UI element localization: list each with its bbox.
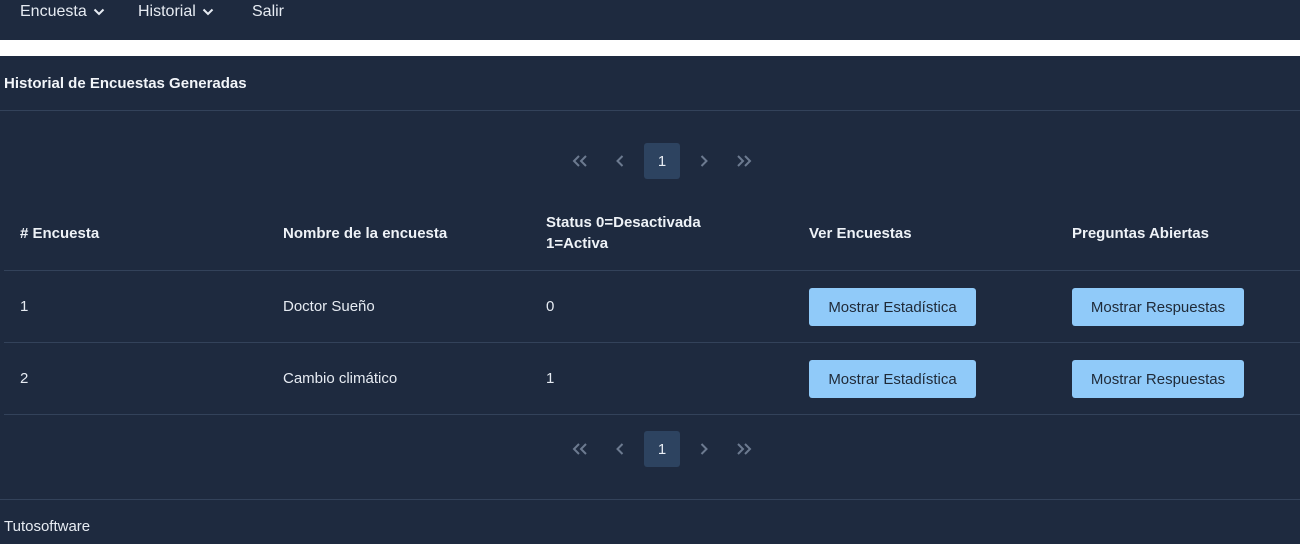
- pagination-first[interactable]: [568, 143, 592, 179]
- cell-name: Doctor Sueño: [283, 298, 375, 315]
- nav-historial-label: Historial: [138, 3, 196, 20]
- pagination-last[interactable]: [732, 431, 756, 467]
- row-divider: [4, 414, 1300, 415]
- top-navbar: Encuesta Historial Salir: [0, 0, 1300, 40]
- chevron-left-icon: [616, 155, 624, 167]
- show-answers-button[interactable]: Mostrar Respuestas: [1072, 360, 1244, 398]
- column-header-open-questions: Preguntas Abiertas: [1072, 225, 1209, 242]
- double-chevron-left-icon: [572, 155, 587, 167]
- cell-id: 2: [20, 370, 29, 387]
- column-header-status-line1: Status 0=Desactivada: [546, 214, 701, 231]
- column-header-name: Nombre de la encuesta: [283, 225, 448, 242]
- chevron-down-icon: [202, 8, 214, 16]
- nav-encuesta[interactable]: Encuesta: [20, 0, 105, 24]
- show-answers-button[interactable]: Mostrar Respuestas: [1072, 288, 1244, 326]
- show-statistics-button[interactable]: Mostrar Estadística: [809, 288, 976, 326]
- double-chevron-right-icon: [737, 155, 752, 167]
- nav-salir[interactable]: Salir: [252, 0, 284, 24]
- nav-historial[interactable]: Historial: [138, 0, 214, 24]
- table-header-divider: [4, 270, 1300, 271]
- pagination-first[interactable]: [568, 431, 592, 467]
- cell-id: 1: [20, 298, 29, 315]
- chevron-left-icon: [616, 443, 624, 455]
- column-header-id: # Encuesta: [20, 225, 100, 242]
- pagination-bottom: 1: [560, 431, 760, 469]
- chevron-right-icon: [700, 443, 708, 455]
- chevron-down-icon: [93, 8, 104, 16]
- double-chevron-left-icon: [572, 443, 587, 455]
- footer-brand: Tutosoftware: [4, 518, 91, 535]
- column-header-status-line2: 1=Activa: [546, 235, 609, 252]
- header-divider-band: [0, 40, 1300, 56]
- chevron-right-icon: [700, 155, 708, 167]
- pagination-page-number: 1: [657, 152, 667, 170]
- pagination-next[interactable]: [694, 143, 714, 179]
- pagination-last[interactable]: [732, 143, 756, 179]
- nav-salir-label: Salir: [252, 3, 285, 20]
- pagination-next[interactable]: [694, 431, 714, 467]
- footer-divider: [0, 499, 1300, 500]
- column-header-view: Ver Encuestas: [809, 225, 912, 242]
- page-title: Historial de Encuestas Generadas: [4, 75, 247, 92]
- cell-status: 1: [546, 370, 555, 387]
- card-header-divider: [0, 110, 1300, 111]
- pagination-page-current[interactable]: 1: [644, 143, 680, 179]
- row-divider: [4, 342, 1300, 343]
- cell-name: Cambio climático: [283, 370, 398, 387]
- show-statistics-button[interactable]: Mostrar Estadística: [809, 360, 976, 398]
- pagination-prev[interactable]: [610, 143, 630, 179]
- double-chevron-right-icon: [737, 443, 752, 455]
- pagination-page-current[interactable]: 1: [644, 431, 680, 467]
- pagination-page-number: 1: [657, 440, 667, 458]
- nav-encuesta-label: Encuesta: [20, 3, 87, 20]
- column-header-status: Status 0=Desactivada 1=Activa: [546, 212, 701, 254]
- pagination-prev[interactable]: [610, 431, 630, 467]
- pagination-top: 1: [560, 143, 760, 181]
- cell-status: 0: [546, 298, 555, 315]
